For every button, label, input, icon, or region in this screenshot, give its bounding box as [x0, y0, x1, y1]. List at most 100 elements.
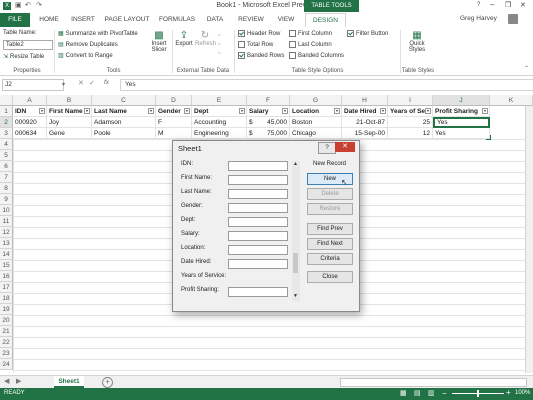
profit-sharing-field[interactable] [228, 287, 288, 297]
filter-dropdown-icon[interactable] [380, 108, 386, 114]
criteria-button[interactable]: Criteria [307, 253, 353, 265]
collapse-ribbon-icon[interactable]: ⌃ [524, 65, 529, 72]
row-header[interactable]: 14 [0, 249, 13, 260]
banded-rows-checkbox[interactable]: Banded Rows [238, 52, 284, 59]
normal-view-icon[interactable]: ▦ [400, 389, 407, 397]
insert-function-icon[interactable]: fx [104, 79, 109, 86]
find-next-button[interactable]: Find Next [307, 238, 353, 250]
table-header-profit-sharing[interactable]: Profit Sharing [433, 106, 490, 117]
table-resize-handle[interactable] [486, 135, 491, 140]
row-header[interactable]: 19 [0, 304, 13, 315]
row-header[interactable]: 24 [0, 359, 13, 370]
checkbox-checked[interactable] [347, 30, 354, 37]
row-header[interactable]: 20 [0, 315, 13, 326]
table-cell[interactable]: Yes [433, 128, 490, 139]
checkbox-unchecked[interactable] [289, 41, 296, 48]
table-cell[interactable]: 000920 [13, 117, 47, 128]
insert-slicer-button[interactable]: ▩ Insert Slicer [149, 30, 169, 60]
refresh-button[interactable]: ↻ Refresh [195, 30, 216, 47]
horizontal-scrollbar[interactable] [340, 378, 527, 387]
table-cell[interactable]: 21-Oct-87 [342, 117, 388, 128]
filter-dropdown-icon[interactable] [148, 108, 154, 114]
column-header[interactable]: A [13, 95, 47, 106]
table-cell[interactable]: Boston [290, 117, 342, 128]
table-header-date-hired[interactable]: Date Hired [342, 106, 388, 117]
row-header[interactable]: 3 [0, 128, 13, 139]
row-header[interactable]: 16 [0, 271, 13, 282]
total-row-checkbox[interactable]: Total Row [238, 41, 273, 48]
filter-dropdown-icon[interactable] [184, 108, 190, 114]
user-name[interactable]: Greg Harvey [460, 15, 497, 22]
column-header[interactable]: I [388, 95, 433, 106]
close-button[interactable]: Close [307, 271, 353, 283]
idn-field[interactable] [228, 161, 288, 171]
row-header[interactable]: 12 [0, 227, 13, 238]
tab-page-layout[interactable]: PAGE LAYOUT [103, 13, 151, 27]
external-links-icons[interactable]: ▫ ▫ ▫ [218, 31, 220, 58]
row-header[interactable]: 10 [0, 205, 13, 216]
select-all-corner[interactable] [0, 95, 13, 106]
table-header-first-name[interactable]: First Name [47, 106, 92, 117]
filter-dropdown-icon[interactable] [334, 108, 340, 114]
active-cell[interactable]: Yes [433, 117, 490, 128]
table-header-salary[interactable]: Salary [247, 106, 290, 117]
column-header[interactable]: E [192, 95, 247, 106]
dialog-help-button[interactable]: ? [318, 142, 336, 154]
close-icon[interactable]: ✕ [520, 1, 526, 9]
column-header[interactable]: F [247, 95, 290, 106]
row-header[interactable]: 1 [0, 106, 13, 117]
table-header-last-name[interactable]: Last Name [92, 106, 156, 117]
restore-icon[interactable]: ❐ [505, 1, 511, 9]
dialog-close-button[interactable]: ✕ [335, 142, 355, 152]
first-name-field[interactable] [228, 175, 288, 185]
salary-field[interactable] [228, 231, 288, 241]
help-icon[interactable]: ? [477, 2, 480, 8]
first-column-checkbox[interactable]: First Column [289, 30, 332, 37]
tab-data[interactable]: DATA [203, 13, 227, 27]
table-cell[interactable]: Adamson [92, 117, 156, 128]
scroll-up-icon[interactable]: ▲ [293, 161, 298, 167]
column-header[interactable]: H [342, 95, 388, 106]
zoom-slider-thumb[interactable] [477, 390, 479, 397]
table-header-location[interactable]: Location [290, 106, 342, 117]
row-header[interactable]: 21 [0, 326, 13, 337]
table-cell[interactable]: 12 [388, 128, 433, 139]
restore-button[interactable]: Restore [307, 203, 353, 215]
table-cell[interactable]: Joy [47, 117, 92, 128]
row-header[interactable]: 23 [0, 348, 13, 359]
cancel-icon[interactable]: ✕ [78, 79, 84, 87]
row-header[interactable]: 5 [0, 150, 13, 161]
tab-home[interactable]: HOME [36, 13, 62, 27]
column-header[interactable]: K [490, 95, 533, 106]
name-box-dropdown-icon[interactable]: ▾ [62, 81, 65, 88]
scroll-right-icon[interactable]: ▶ [16, 377, 21, 385]
delete-button[interactable]: Delete [307, 188, 353, 200]
tab-view[interactable]: VIEW [274, 13, 298, 27]
column-header[interactable]: G [290, 95, 342, 106]
table-header-idn[interactable]: IDN [13, 106, 47, 117]
filter-dropdown-icon[interactable] [239, 108, 245, 114]
remove-duplicates-button[interactable]: ▤ Remove Duplicates [58, 41, 118, 49]
tab-file[interactable]: FILE [0, 13, 30, 27]
date-hired-field[interactable] [228, 259, 288, 269]
vertical-scrollbar[interactable] [525, 106, 533, 373]
summarize-pivot-button[interactable]: ▦ Summarize with PivotTable [58, 30, 138, 38]
row-header[interactable]: 7 [0, 172, 13, 183]
minimize-icon[interactable]: – [490, 0, 494, 9]
row-header[interactable]: 4 [0, 139, 13, 150]
column-header[interactable]: D [156, 95, 192, 106]
page-break-view-icon[interactable]: ▥ [428, 389, 435, 397]
tab-design[interactable]: DESIGN [305, 13, 346, 28]
row-header[interactable]: 6 [0, 161, 13, 172]
scrollbar-thumb[interactable] [293, 253, 298, 273]
table-cell[interactable]: F [156, 117, 192, 128]
table-header-years[interactable]: Years of Se [388, 106, 433, 117]
find-prev-button[interactable]: Find Prev [307, 223, 353, 235]
filter-dropdown-icon[interactable] [482, 108, 488, 114]
table-name-input[interactable]: Table2 [3, 40, 53, 50]
table-cell[interactable]: 15-Sep-00 [342, 128, 388, 139]
column-header[interactable]: C [92, 95, 156, 106]
table-cell[interactable]: 000634 [13, 128, 47, 139]
row-header[interactable]: 22 [0, 337, 13, 348]
gender-field[interactable] [228, 203, 288, 213]
